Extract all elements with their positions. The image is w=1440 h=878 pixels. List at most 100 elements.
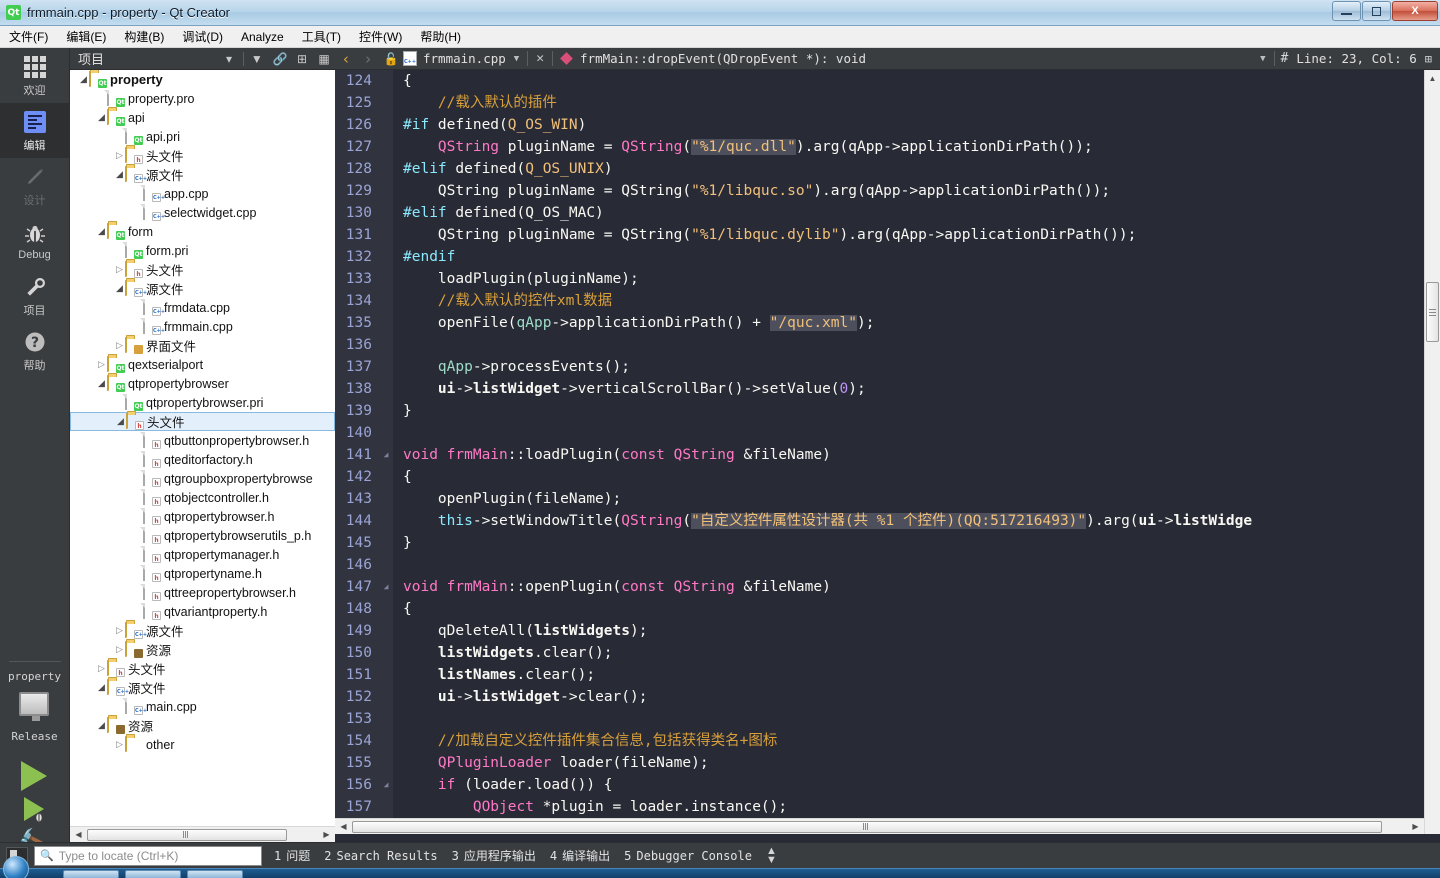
code-line[interactable]: 154 //加载自定义控件插件集合信息,包括获得类名+图标 <box>335 730 1424 752</box>
editor-scroll-up-arrow[interactable]: ▲ <box>1425 70 1440 87</box>
code-line[interactable]: 138 ui->listWidget->verticalScrollBar()-… <box>335 378 1424 400</box>
code-line[interactable]: 156 if (loader.load()) { <box>335 774 1424 796</box>
tree-item[interactable]: h qtpropertyname.h <box>70 564 335 583</box>
maximize-restore-button[interactable] <box>1362 1 1391 21</box>
tree-item[interactable]: Qt qtpropertybrowser.pri <box>70 393 335 412</box>
code-line[interactable]: 131 QString pluginName = QString("%1/lib… <box>335 224 1424 246</box>
code-line[interactable]: 157 QObject *plugin = loader.instance(); <box>335 796 1424 818</box>
line-column-indicator[interactable]: Line: 23, Col: 6 <box>1296 51 1416 66</box>
tree-item[interactable]: C++源文件 <box>70 678 335 697</box>
code-line[interactable]: 142 { <box>335 466 1424 488</box>
tree-item[interactable]: C++ frmmain.cpp <box>70 317 335 336</box>
current-symbol-label[interactable]: frmMain::dropEvent(QDropEvent *): void <box>580 51 1252 66</box>
code-line[interactable]: 144 this->setWindowTitle(QString("自定义控件属… <box>335 510 1424 532</box>
editor-hscroll-thumb[interactable] <box>352 820 1382 833</box>
tree-expand-arrow[interactable] <box>114 169 125 180</box>
tree-item[interactable]: h头文件 <box>70 659 335 678</box>
code-line[interactable]: 137 qApp->processEvents(); <box>335 356 1424 378</box>
tree-item[interactable]: h qtbuttonpropertybrowser.h <box>70 431 335 450</box>
tree-expand-arrow[interactable] <box>114 264 125 275</box>
editor-vscroll-thumb[interactable] <box>1426 282 1439 342</box>
tree-item[interactable]: h qttreepropertybrowser.h <box>70 583 335 602</box>
open-document-name[interactable]: frmmain.cpp <box>423 51 506 66</box>
tree-expand-arrow[interactable] <box>96 720 107 731</box>
minimize-button[interactable] <box>1332 1 1361 21</box>
code-line[interactable]: 143 openPlugin(fileName); <box>335 488 1424 510</box>
symbol-dropdown-icon[interactable]: ▼ <box>1260 54 1265 64</box>
tree-expand-arrow[interactable] <box>96 112 107 123</box>
tree-scroll-right-arrow[interactable]: ▶ <box>318 830 335 839</box>
code-line[interactable]: 147 void frmMain::openPlugin(const QStrin… <box>335 576 1424 598</box>
close-sidebar-icon[interactable]: ▦ <box>313 52 335 66</box>
taskbar-item[interactable] <box>125 869 181 878</box>
tree-expand-arrow[interactable] <box>78 74 89 85</box>
tree-item[interactable]: C++源文件 <box>70 279 335 298</box>
menu-analyze[interactable]: Analyze <box>232 26 293 48</box>
editor-scroll-right-arrow[interactable]: ▶ <box>1407 822 1424 831</box>
code-line[interactable]: 135 openFile(qApp->applicationDirPath() … <box>335 312 1424 334</box>
tree-expand-arrow[interactable] <box>96 682 107 693</box>
code-line[interactable]: 128 #elif defined(Q_OS_UNIX) <box>335 158 1424 180</box>
code-line[interactable]: 132 #endif <box>335 246 1424 268</box>
tree-item[interactable]: Qtproperty <box>70 70 335 89</box>
tree-expand-arrow[interactable] <box>114 340 125 351</box>
code-line[interactable]: 139} <box>335 400 1424 422</box>
code-line[interactable]: 136 <box>335 334 1424 356</box>
code-editor[interactable]: 124{125 //载入默认的插件 126 #if defined(Q_OS_WIN… <box>335 70 1424 834</box>
tree-item[interactable]: h头文件 <box>70 260 335 279</box>
menu-help[interactable]: 帮助(H) <box>411 26 470 48</box>
split-editor-icon[interactable]: ⊞ <box>1425 52 1432 66</box>
code-line[interactable]: 125 //载入默认的插件 <box>335 92 1424 114</box>
menu-edit[interactable]: 编辑(E) <box>57 26 115 48</box>
code-line[interactable]: 152 ui->listWidget->clear(); <box>335 686 1424 708</box>
sync-link-icon[interactable]: 🔗 <box>269 52 291 66</box>
code-line[interactable]: 153 <box>335 708 1424 730</box>
tree-item[interactable]: h qtgroupboxpropertybrowse <box>70 469 335 488</box>
menu-file[interactable]: 文件(F) <box>0 26 57 48</box>
split-icon[interactable]: ⊞ <box>291 52 313 66</box>
debug-button[interactable] <box>24 797 45 822</box>
lock-icon[interactable]: 🔓 <box>379 52 403 66</box>
code-line[interactable]: 134 //载入默认的控件xml数据 <box>335 290 1424 312</box>
code-line[interactable]: 155 QPluginLoader loader(fileName); <box>335 752 1424 774</box>
output-pane-button[interactable]: 5 Debugger Console <box>624 849 752 863</box>
tree-item[interactable]: h qtvariantproperty.h <box>70 602 335 621</box>
tree-expand-arrow[interactable] <box>114 625 125 636</box>
menu-tools[interactable]: 工具(T) <box>293 26 350 48</box>
tree-expand-arrow[interactable] <box>114 150 125 161</box>
code-line[interactable]: 140 <box>335 422 1424 444</box>
editor-scroll-left-arrow[interactable]: ◀ <box>335 822 352 831</box>
code-line[interactable]: 126 #if defined(Q_OS_WIN) <box>335 114 1424 136</box>
tree-expand-arrow[interactable] <box>96 663 107 674</box>
close-button[interactable]: X <box>1392 1 1438 21</box>
taskbar-item[interactable] <box>63 869 119 878</box>
tree-item[interactable]: C++ app.cpp <box>70 184 335 203</box>
run-button[interactable] <box>21 761 48 791</box>
output-pane-button[interactable]: 4 编译输出 <box>550 847 610 864</box>
tree-item[interactable]: h qtpropertybrowserutils_p.h <box>70 526 335 545</box>
mode-help[interactable]: ? 帮助 <box>0 323 70 378</box>
tree-horizontal-scrollbar[interactable]: ◀ ▶ <box>70 826 335 842</box>
code-line[interactable]: 146 <box>335 554 1424 576</box>
code-line[interactable]: 148 { <box>335 598 1424 620</box>
filter-icon[interactable]: ▼ <box>247 52 269 66</box>
mode-debug[interactable]: Debug <box>0 213 70 268</box>
mode-welcome[interactable]: 欢迎 <box>0 48 70 103</box>
tree-item[interactable]: h qteditorfactory.h <box>70 450 335 469</box>
code-line[interactable]: 130 #elif defined(Q_OS_MAC) <box>335 202 1424 224</box>
taskbar-item[interactable] <box>187 869 243 878</box>
code-line[interactable]: 127 QString pluginName = QString("%1/quc… <box>335 136 1424 158</box>
tree-item[interactable]: 界面文件 <box>70 336 335 355</box>
fold-marker[interactable] <box>379 774 393 796</box>
tree-expand-arrow[interactable] <box>114 283 125 294</box>
code-line[interactable]: 124 { <box>335 70 1424 92</box>
tree-item[interactable]: h头文件 <box>70 146 335 165</box>
tree-item[interactable]: Qt property.pro <box>70 89 335 108</box>
tree-item[interactable]: Qtqtpropertybrowser <box>70 374 335 393</box>
tree-item[interactable]: 资源 <box>70 640 335 659</box>
tree-item-selected[interactable]: h头文件 <box>70 412 335 431</box>
menu-build[interactable]: 构建(B) <box>115 26 173 48</box>
tree-scroll-left-arrow[interactable]: ◀ <box>70 830 87 839</box>
tree-item[interactable]: Qt api.pri <box>70 127 335 146</box>
tree-item[interactable]: C++源文件 <box>70 165 335 184</box>
